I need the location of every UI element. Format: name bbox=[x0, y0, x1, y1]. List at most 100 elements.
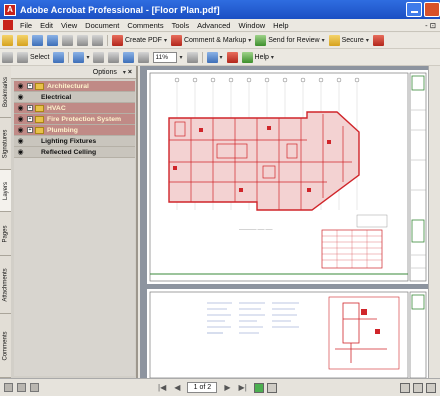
status-bar: |◀ ◀ 1 of 2 ▶ ▶| bbox=[0, 378, 440, 396]
layer-row[interactable]: ◉ + Architectural bbox=[14, 81, 135, 92]
lock-status-icon bbox=[17, 383, 26, 392]
next-page-icon[interactable]: ▶ bbox=[224, 383, 230, 392]
menu-help[interactable]: Help bbox=[269, 21, 292, 30]
chevron-down-icon[interactable]: ▾ bbox=[322, 37, 325, 44]
layer-row[interactable]: ◉ Lighting Fixtures bbox=[14, 136, 135, 147]
email-icon[interactable] bbox=[47, 35, 58, 46]
layer-row[interactable]: ◉ Electrical bbox=[14, 92, 135, 103]
chevron-down-icon[interactable]: ▾ bbox=[123, 69, 126, 76]
menu-document[interactable]: Document bbox=[81, 21, 123, 30]
menu-edit[interactable]: Edit bbox=[36, 21, 57, 30]
actual-size-icon[interactable] bbox=[108, 51, 120, 63]
chevron-down-icon[interactable]: ▾ bbox=[366, 37, 369, 44]
chevron-down-icon[interactable]: ▾ bbox=[220, 54, 223, 61]
menu-view[interactable]: View bbox=[57, 21, 81, 30]
navigation-tabs: Bookmarks Signatures Layers Pages Attach… bbox=[0, 66, 11, 378]
acrobat-icon: A bbox=[4, 3, 16, 16]
menu-advanced[interactable]: Advanced bbox=[193, 21, 234, 30]
facing-icon[interactable] bbox=[426, 382, 436, 393]
open-icon[interactable] bbox=[2, 35, 13, 46]
fit-page-icon[interactable] bbox=[93, 51, 105, 63]
tab-comments[interactable]: Comments bbox=[0, 314, 11, 378]
hand-icon[interactable] bbox=[2, 51, 13, 63]
chevron-down-icon[interactable]: ▾ bbox=[86, 54, 89, 61]
layer-row[interactable]: ◉ + Fire Protection System bbox=[14, 114, 135, 125]
expand-icon[interactable]: + bbox=[27, 127, 33, 133]
chevron-down-icon[interactable]: ▾ bbox=[271, 54, 274, 61]
vertical-scrollbar[interactable] bbox=[428, 66, 440, 378]
send-review-button[interactable]: Send for Review bbox=[268, 37, 319, 44]
review-icon bbox=[255, 35, 267, 46]
tab-attachments[interactable]: Attachments bbox=[0, 256, 11, 314]
minimize-button[interactable] bbox=[406, 2, 422, 17]
layer-row[interactable]: ◉ + HVAC bbox=[14, 103, 135, 114]
fit-width-icon[interactable] bbox=[123, 51, 135, 63]
eye-icon[interactable]: ◉ bbox=[16, 115, 25, 124]
menu-tools[interactable]: Tools bbox=[168, 21, 194, 30]
pdf-page-1[interactable]: ————— —— —— bbox=[147, 70, 428, 284]
layer-name: Architectural bbox=[47, 82, 89, 90]
eye-icon[interactable]: ◉ bbox=[16, 93, 25, 102]
zoom-icon[interactable] bbox=[73, 51, 85, 63]
secure-button[interactable]: Secure bbox=[342, 37, 364, 44]
tab-bookmarks[interactable]: Bookmarks bbox=[0, 66, 11, 118]
zoom-in-icon[interactable] bbox=[186, 51, 198, 63]
page-number-field[interactable]: 1 of 2 bbox=[187, 382, 218, 393]
chevron-down-icon[interactable]: ▾ bbox=[248, 37, 251, 44]
chevron-down-icon[interactable]: ▾ bbox=[179, 54, 182, 61]
zoom-value-field[interactable]: 11% bbox=[153, 51, 178, 63]
search-icon[interactable] bbox=[77, 35, 88, 46]
expand-icon[interactable]: + bbox=[27, 83, 33, 89]
save-icon[interactable] bbox=[17, 35, 28, 46]
continuous-icon[interactable] bbox=[413, 382, 423, 393]
eye-icon[interactable]: ◉ bbox=[16, 82, 25, 91]
first-page-icon[interactable]: |◀ bbox=[158, 383, 166, 392]
eye-icon[interactable]: ◉ bbox=[16, 137, 25, 146]
menu-window[interactable]: Window bbox=[234, 21, 269, 30]
view-toolbar: Select ▾ 11% ▾ ▾ Help ▾ bbox=[0, 49, 440, 66]
chevron-down-icon[interactable]: ▾ bbox=[164, 37, 167, 44]
options-menu[interactable]: Options bbox=[93, 69, 117, 76]
last-page-icon[interactable]: ▶| bbox=[239, 383, 247, 392]
go-back-icon[interactable] bbox=[253, 382, 264, 393]
eye-icon[interactable]: ◉ bbox=[16, 126, 25, 135]
drawing-title-mark: ————— —— —— bbox=[239, 227, 273, 231]
tab-layers[interactable]: Layers bbox=[0, 170, 11, 212]
expand-icon[interactable]: + bbox=[27, 116, 33, 122]
page-layout-icon[interactable] bbox=[4, 383, 13, 392]
layer-row[interactable]: ◉ Reflected Celling bbox=[14, 147, 135, 158]
menu-comments[interactable]: Comments bbox=[123, 21, 167, 30]
menu-restore[interactable]: - ⊡ bbox=[425, 21, 436, 30]
rotate-icon[interactable] bbox=[206, 51, 218, 63]
menu-file[interactable]: File bbox=[16, 21, 36, 30]
folder-icon bbox=[35, 115, 44, 123]
sign-icon[interactable] bbox=[372, 35, 384, 46]
prev-page-icon[interactable]: ◀ bbox=[174, 383, 180, 392]
help-button[interactable]: Help bbox=[255, 54, 269, 61]
expand-icon[interactable]: + bbox=[27, 105, 33, 111]
comment-markup-button[interactable]: Comment & Markup bbox=[184, 37, 246, 44]
yahoo-icon[interactable] bbox=[226, 51, 238, 63]
eye-icon[interactable]: ◉ bbox=[16, 104, 25, 113]
acrobat-window: A Adobe Acrobat Professional - [Floor Pl… bbox=[0, 0, 440, 396]
create-pdf-button[interactable]: Create PDF bbox=[125, 37, 162, 44]
snapshot-icon[interactable] bbox=[53, 51, 65, 63]
layer-name: Fire Protection System bbox=[47, 115, 122, 123]
select-tool-button[interactable]: Select bbox=[30, 54, 49, 61]
go-forward-icon[interactable] bbox=[266, 382, 277, 393]
pdf-page-2[interactable] bbox=[147, 289, 428, 379]
pen-icon[interactable] bbox=[62, 35, 73, 46]
tab-pages[interactable]: Pages bbox=[0, 212, 11, 256]
print-icon[interactable] bbox=[32, 35, 43, 46]
binoculars-icon[interactable] bbox=[92, 35, 103, 46]
eye-icon[interactable]: ◉ bbox=[16, 148, 25, 157]
zoom-out-icon[interactable] bbox=[138, 51, 150, 63]
single-page-icon[interactable] bbox=[400, 382, 410, 393]
tab-signatures[interactable]: Signatures bbox=[0, 118, 11, 170]
close-icon[interactable]: × bbox=[128, 69, 132, 76]
close-window-button[interactable] bbox=[424, 2, 440, 17]
tab-label: Attachments bbox=[2, 267, 9, 302]
create-pdf-icon bbox=[112, 35, 123, 46]
layer-row[interactable]: ◉ + Plumbing bbox=[14, 125, 135, 136]
separator bbox=[107, 35, 108, 46]
